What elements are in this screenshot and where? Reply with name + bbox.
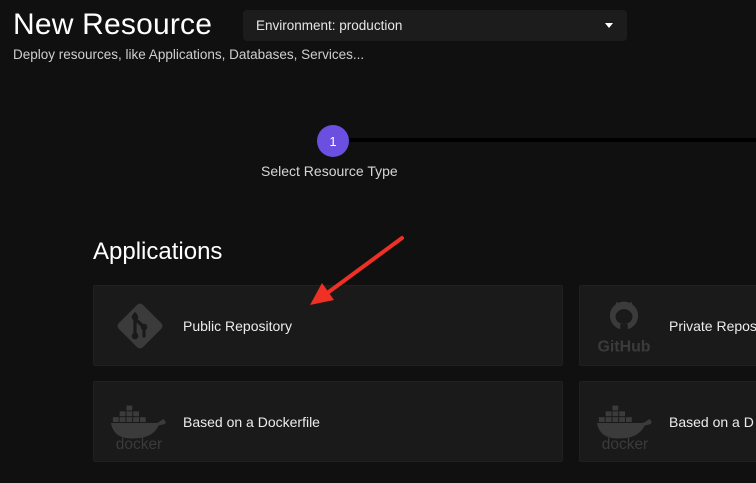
svg-text:docker: docker xyxy=(116,436,162,453)
environment-select[interactable]: Environment: production xyxy=(243,10,627,41)
dockerfile-card-2[interactable]: docker Based on a D xyxy=(579,381,756,462)
dockerfile-card[interactable]: docker Based on a Dockerfile xyxy=(93,381,563,462)
github-icon: GitHub xyxy=(594,296,654,356)
step-number: 1 xyxy=(329,133,337,149)
private-repository-card[interactable]: GitHub Private Repos xyxy=(579,285,756,366)
card-label: Public Repository xyxy=(183,317,292,334)
caret-down-icon xyxy=(605,23,613,28)
new-resource-page: New Resource Deploy resources, like Appl… xyxy=(0,0,756,483)
page-title: New Resource xyxy=(13,8,213,41)
card-label: Based on a D xyxy=(669,413,754,430)
card-label: Based on a Dockerfile xyxy=(183,413,320,430)
environment-select-label: Environment: production xyxy=(256,18,403,33)
applications-heading: Applications xyxy=(93,238,223,265)
page-subtitle: Deploy resources, like Applications, Dat… xyxy=(13,47,365,62)
step-indicator: 1 xyxy=(317,125,349,157)
stepper-line xyxy=(348,138,756,142)
docker-icon: docker xyxy=(109,392,169,453)
svg-text:GitHub: GitHub xyxy=(597,338,650,355)
svg-text:docker: docker xyxy=(602,436,648,453)
public-repository-card[interactable]: Public Repository xyxy=(93,285,563,366)
card-label: Private Repos xyxy=(669,317,756,334)
step-label: Select Resource Type xyxy=(261,163,398,179)
docker-icon: docker xyxy=(595,392,655,453)
git-icon xyxy=(110,296,170,356)
